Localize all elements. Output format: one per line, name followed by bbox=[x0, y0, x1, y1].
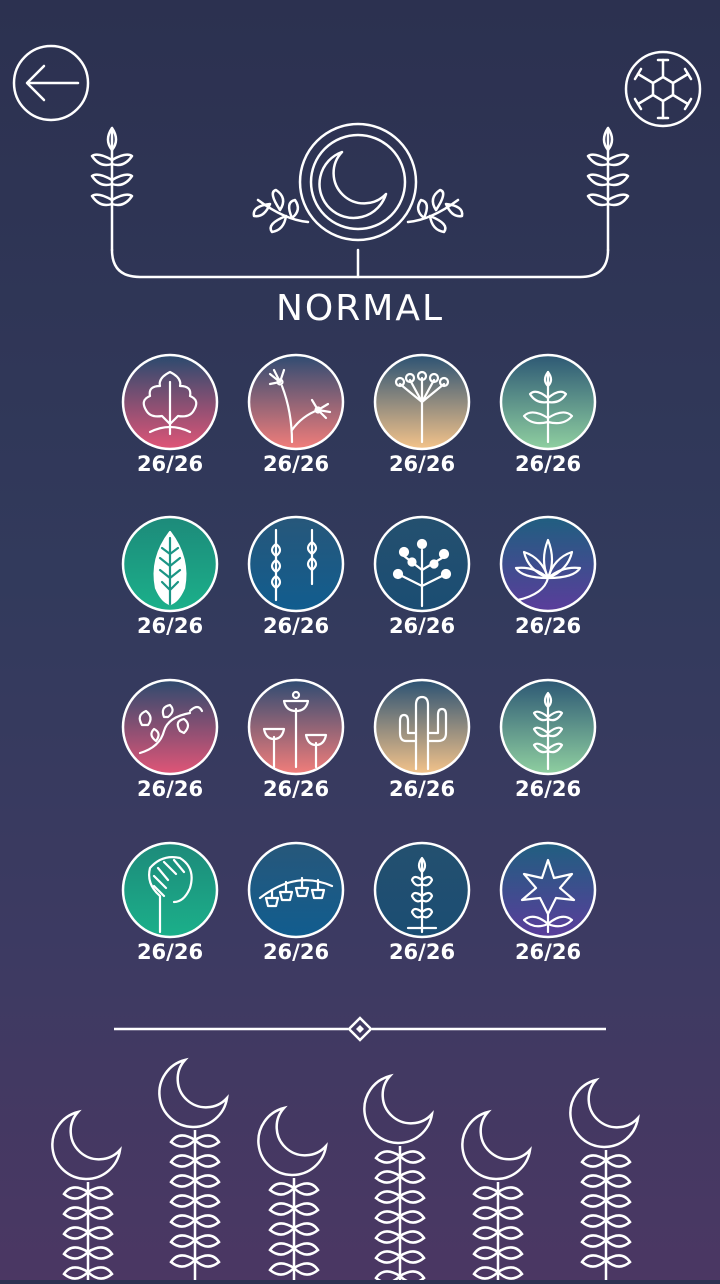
level-score: 26/26 bbox=[514, 940, 582, 964]
tulip-cups-icon bbox=[247, 678, 345, 776]
oak-leaf-icon bbox=[121, 353, 219, 451]
level-button[interactable]: 26/26 bbox=[367, 514, 477, 649]
lotus-icon bbox=[499, 515, 597, 613]
moon-plants-icon bbox=[51, 1057, 640, 1284]
level-score: 26/26 bbox=[514, 452, 582, 476]
striped-leaf-icon bbox=[121, 841, 219, 939]
level-score: 26/26 bbox=[388, 777, 456, 801]
level-button[interactable]: 26/26 bbox=[115, 514, 225, 649]
umbel-flower-icon bbox=[373, 353, 471, 451]
level-score: 26/26 bbox=[262, 452, 330, 476]
hexagon-gear-icon bbox=[624, 50, 702, 128]
level-button[interactable]: 26/26 bbox=[493, 840, 603, 975]
moon-plant-decoration bbox=[40, 1050, 680, 1284]
diamond-divider-icon bbox=[114, 1016, 606, 1042]
berry-branch-icon bbox=[373, 515, 471, 613]
grain-stalk-icon bbox=[373, 841, 471, 939]
level-button[interactable]: 26/26 bbox=[241, 352, 351, 487]
level-button[interactable]: 26/26 bbox=[115, 677, 225, 812]
crescent-moon-icon bbox=[90, 122, 630, 279]
level-score: 26/26 bbox=[262, 777, 330, 801]
level-score: 26/26 bbox=[136, 940, 204, 964]
back-button[interactable] bbox=[12, 44, 90, 122]
fern-leaf-icon bbox=[121, 515, 219, 613]
wisteria-icon bbox=[247, 515, 345, 613]
level-button[interactable]: 26/26 bbox=[241, 840, 351, 975]
level-score: 26/26 bbox=[136, 777, 204, 801]
settings-button[interactable] bbox=[624, 50, 702, 128]
level-score: 26/26 bbox=[136, 614, 204, 638]
wheat-sprig-icon bbox=[499, 678, 597, 776]
level-score: 26/26 bbox=[262, 614, 330, 638]
level-score: 26/26 bbox=[388, 614, 456, 638]
arrow-left-icon bbox=[12, 44, 90, 122]
ivy-vine-icon bbox=[121, 678, 219, 776]
difficulty-emblem bbox=[80, 120, 640, 290]
difficulty-title: NORMAL bbox=[275, 288, 445, 329]
level-button[interactable]: 26/26 bbox=[241, 677, 351, 812]
dandelion-icon bbox=[247, 353, 345, 451]
level-score: 26/26 bbox=[388, 940, 456, 964]
star-flower-icon bbox=[499, 841, 597, 939]
level-button[interactable]: 26/26 bbox=[241, 514, 351, 649]
divider bbox=[112, 1014, 608, 1044]
level-score: 26/26 bbox=[514, 614, 582, 638]
level-button[interactable]: 26/26 bbox=[367, 840, 477, 975]
level-button[interactable]: 26/26 bbox=[115, 352, 225, 487]
level-button[interactable]: 26/26 bbox=[367, 352, 477, 487]
level-button[interactable]: 26/26 bbox=[493, 514, 603, 649]
level-score: 26/26 bbox=[136, 452, 204, 476]
bellflower-icon bbox=[247, 841, 345, 939]
level-score: 26/26 bbox=[262, 940, 330, 964]
branch-leaves-icon bbox=[499, 353, 597, 451]
level-button[interactable]: 26/26 bbox=[115, 840, 225, 975]
cactus-icon bbox=[373, 678, 471, 776]
level-button[interactable]: 26/26 bbox=[493, 677, 603, 812]
level-score: 26/26 bbox=[514, 777, 582, 801]
level-button[interactable]: 26/26 bbox=[493, 352, 603, 487]
level-button[interactable]: 26/26 bbox=[367, 677, 477, 812]
level-score: 26/26 bbox=[388, 452, 456, 476]
